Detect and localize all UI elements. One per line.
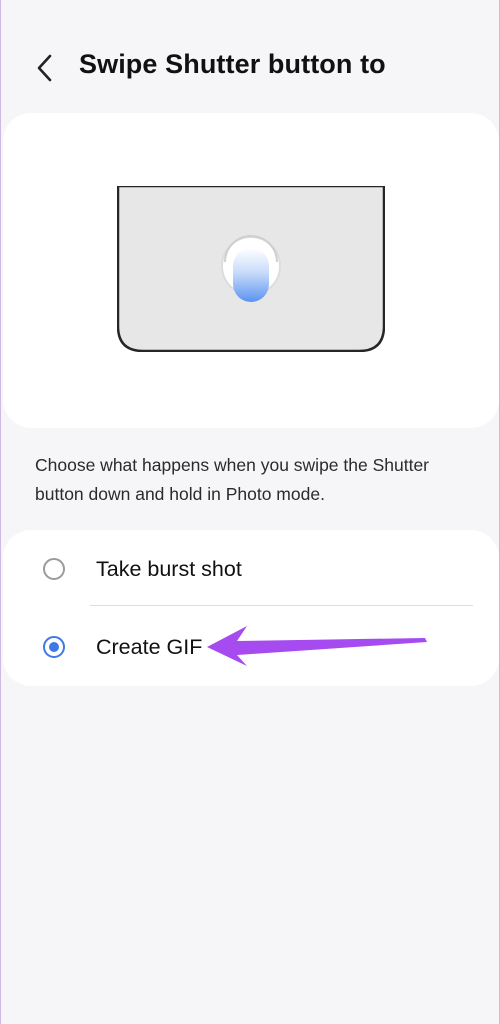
radio-unselected[interactable] [43, 558, 65, 580]
option-label: Create GIF [96, 635, 203, 659]
description-text: Choose what happens when you swipe the S… [35, 455, 430, 504]
option-take-burst-shot[interactable]: Take burst shot [1, 532, 499, 606]
page-title: Swipe Shutter button to [79, 49, 386, 79]
phone-swipe-shutter-illustration [117, 186, 385, 352]
divider [90, 605, 473, 606]
purple-arrow-icon [207, 626, 427, 666]
top-app-bar: Swipe Shutter button to [1, 0, 499, 130]
option-label: Take burst shot [96, 557, 242, 581]
radio-selected[interactable] [43, 636, 65, 658]
back-button[interactable] [27, 50, 63, 86]
chevron-left-icon [37, 54, 52, 82]
